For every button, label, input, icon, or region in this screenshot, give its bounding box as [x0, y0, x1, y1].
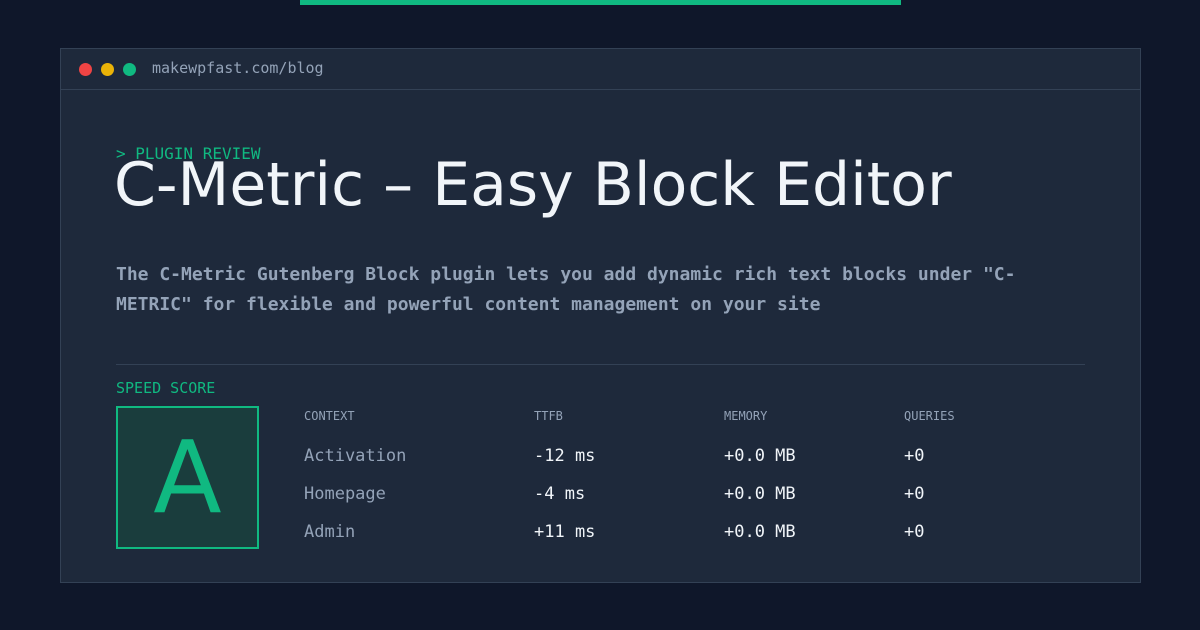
queries-cell: +0: [904, 522, 925, 542]
window-close-dot[interactable]: [79, 63, 92, 76]
ttfb-cell: -12 ms: [534, 446, 596, 466]
context-cell: Activation: [304, 446, 407, 466]
plugin-description: The C-Metric Gutenberg Block plugin lets…: [116, 264, 1016, 315]
ttfb-cell: -4 ms: [534, 484, 586, 504]
window-titlebar: makewpfast.com/blog: [61, 49, 1140, 90]
speed-score-box: A: [116, 406, 259, 549]
ttfb-cell: +11 ms: [534, 522, 596, 542]
browser-url: makewpfast.com/blog: [152, 59, 324, 77]
page-title: C-Metric – Easy Block Editor: [114, 150, 952, 220]
browser-window: makewpfast.com/blog > PLUGIN REVIEW C-Me…: [60, 48, 1141, 583]
context-cell: Admin: [304, 522, 356, 542]
metric-row-homepage: Homepage -4 ms +0.0 MB +0: [304, 472, 1064, 510]
top-accent-bar: [300, 0, 901, 5]
metric-row-activation: Activation -12 ms +0.0 MB +0: [304, 434, 1064, 472]
queries-cell: +0: [904, 446, 925, 466]
performance-metrics-table: CONTEXT TTFB MEMORY QUERIES Activation -…: [304, 406, 1064, 548]
ttfb-column-header: TTFB: [534, 409, 563, 423]
memory-cell: +0.0 MB: [724, 484, 796, 504]
window-maximize-dot[interactable]: [123, 63, 136, 76]
section-divider: [116, 364, 1085, 365]
context-column-header: CONTEXT: [304, 409, 355, 423]
memory-cell: +0.0 MB: [724, 446, 796, 466]
metric-row-admin: Admin +11 ms +0.0 MB +0: [304, 510, 1064, 548]
memory-cell: +0.0 MB: [724, 522, 796, 542]
metrics-header-row: CONTEXT TTFB MEMORY QUERIES: [304, 406, 1064, 434]
speed-score-label: SPEED SCORE: [116, 379, 216, 397]
speed-grade: A: [153, 418, 222, 536]
window-minimize-dot[interactable]: [101, 63, 114, 76]
memory-column-header: MEMORY: [724, 409, 768, 423]
context-cell: Homepage: [304, 484, 386, 504]
queries-column-header: QUERIES: [904, 409, 955, 423]
queries-cell: +0: [904, 484, 925, 504]
